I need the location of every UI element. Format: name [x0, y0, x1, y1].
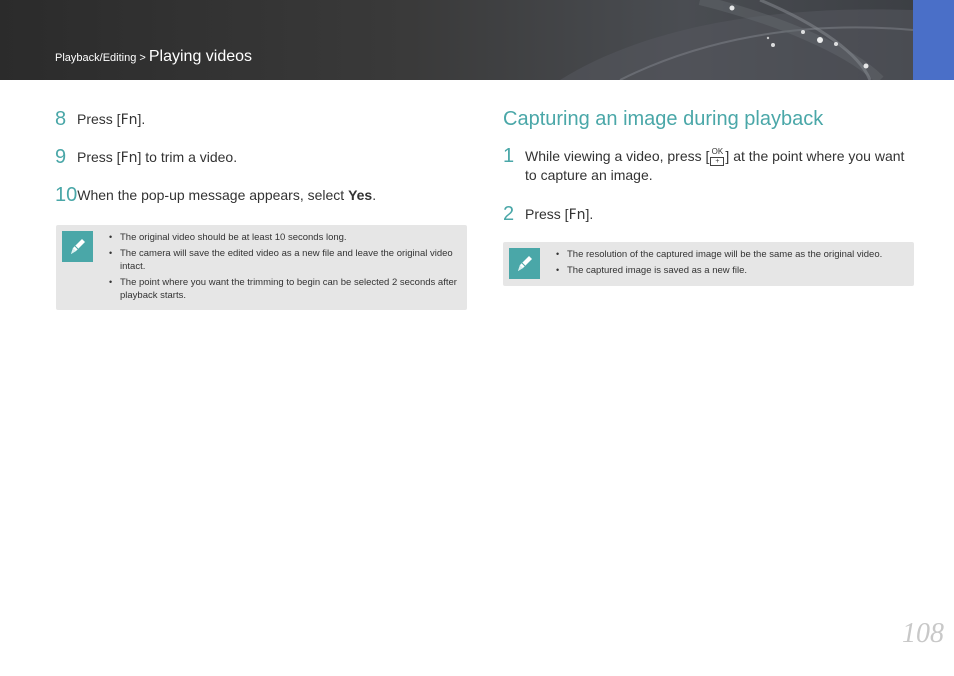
step-number: 2 [503, 203, 515, 225]
fn-key-icon: Fn [120, 150, 138, 166]
header-decoration [560, 0, 913, 80]
step-8: 8 Press [Fn]. [55, 108, 146, 130]
step-text: Press [Fn]. [77, 111, 146, 128]
note-item: The resolution of the captured image wil… [555, 248, 905, 261]
note-box-capture: The resolution of the captured image wil… [503, 242, 914, 286]
note-list: The original video should be at least 10… [108, 231, 458, 305]
note-list: The resolution of the captured image wil… [555, 248, 905, 280]
note-item: The original video should be at least 10… [108, 231, 458, 244]
header-banner: Playback/Editing > Playing videos [0, 0, 913, 80]
yes-option: Yes [348, 187, 373, 203]
step-number: 1 [503, 145, 515, 167]
pencil-note-icon [62, 231, 93, 262]
step-2: 2 Press [Fn]. [503, 203, 594, 225]
note-item: The point where you want the trimming to… [108, 276, 458, 302]
chapter-tab[interactable] [913, 0, 954, 80]
note-item: The captured image is saved as a new fil… [555, 264, 905, 277]
breadcrumb-current: Playing videos [148, 48, 253, 65]
pencil-note-icon [509, 248, 540, 279]
step-1: 1 While viewing a video, press [OK +] at … [503, 145, 913, 184]
step-text: Press [Fn] to trim a video. [77, 149, 238, 166]
breadcrumb-separator: > [136, 52, 149, 64]
step-text: When the pop-up message appears, select … [77, 187, 377, 203]
step-number: 9 [55, 146, 67, 168]
step-number: 10 [55, 184, 78, 206]
step-number: 8 [55, 108, 67, 130]
fn-key-icon: Fn [568, 207, 586, 223]
fn-key-icon: Fn [120, 112, 138, 128]
note-box-trim: The original video should be at least 10… [56, 225, 467, 310]
breadcrumb: Playback/Editing > Playing videos [55, 48, 252, 66]
step-10: 10 When the pop-up message appears, sele… [55, 184, 377, 206]
breadcrumb-section[interactable]: Playback/Editing [55, 52, 136, 64]
step-text: While viewing a video, press [OK +] at th… [525, 147, 905, 184]
ok-button-icon: OK + [710, 147, 725, 167]
step-text: Press [Fn]. [525, 206, 594, 223]
note-item: The camera will save the edited video as… [108, 247, 458, 273]
step-9: 9 Press [Fn] to trim a video. [55, 146, 238, 168]
page-number: 108 [902, 618, 944, 649]
section-title: Capturing an image during playback [503, 108, 824, 130]
